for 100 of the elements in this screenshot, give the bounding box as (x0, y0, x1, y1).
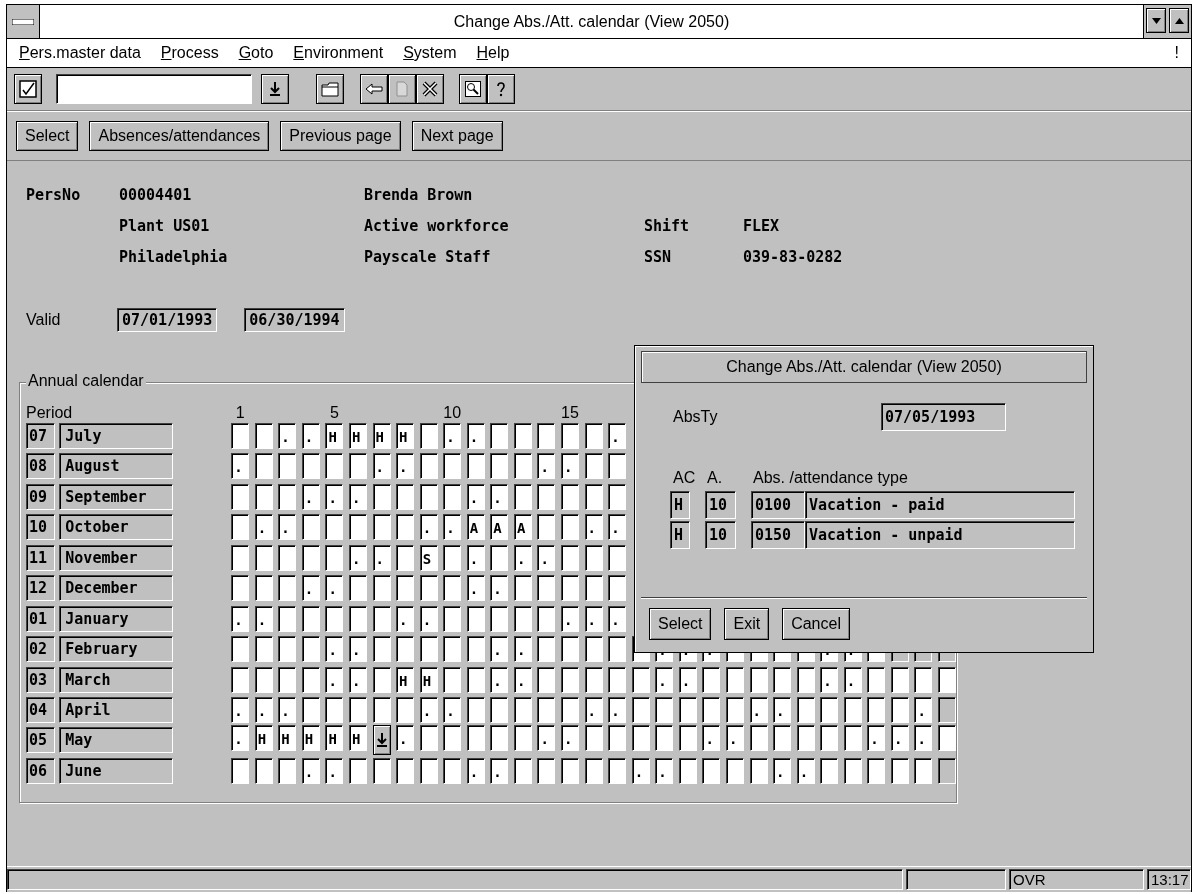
day-cell[interactable] (513, 575, 532, 602)
day-cell[interactable] (396, 636, 415, 663)
day-cell[interactable] (490, 423, 509, 449)
day-cell[interactable]: . (584, 514, 603, 541)
dropdown-button[interactable] (372, 725, 391, 756)
day-cell[interactable] (537, 757, 556, 784)
day-cell[interactable] (419, 575, 438, 602)
day-cell[interactable] (513, 453, 532, 480)
day-cell[interactable] (396, 483, 415, 510)
day-cell[interactable] (254, 483, 273, 510)
toolbar-button[interactable]: Next page (411, 121, 503, 151)
day-cell[interactable]: . (254, 514, 273, 541)
day-cell[interactable] (867, 757, 886, 784)
day-cell[interactable]: . (466, 423, 485, 449)
day-cell[interactable] (655, 725, 674, 752)
day-cell[interactable] (796, 725, 815, 752)
maximize-button[interactable] (1169, 8, 1189, 33)
day-cell[interactable] (561, 696, 579, 723)
search-button[interactable] (459, 74, 487, 104)
day-cell[interactable] (419, 453, 438, 480)
day-cell[interactable]: . (655, 757, 674, 784)
day-cell[interactable] (466, 453, 485, 480)
day-cell[interactable] (843, 696, 862, 723)
day-cell[interactable] (231, 575, 250, 602)
day-cell[interactable] (231, 423, 250, 449)
day-cell[interactable] (254, 575, 273, 602)
day-cell[interactable]: . (419, 514, 438, 541)
day-cell[interactable]: . (584, 696, 603, 723)
day-cell[interactable] (561, 666, 579, 693)
day-cell[interactable] (584, 666, 603, 693)
day-cell[interactable] (513, 423, 532, 449)
day-cell[interactable] (278, 666, 297, 693)
day-cell[interactable]: . (490, 757, 509, 784)
day-cell[interactable] (325, 544, 344, 571)
day-cell[interactable] (466, 725, 485, 752)
day-cell[interactable]: . (254, 605, 273, 632)
day-cell[interactable]: . (490, 666, 509, 693)
day-cell[interactable] (678, 725, 697, 752)
day-cell[interactable] (348, 514, 367, 541)
day-cell[interactable] (584, 544, 603, 571)
day-cell[interactable] (301, 453, 320, 480)
day-cell[interactable]: . (843, 666, 862, 693)
day-cell[interactable]: . (278, 514, 297, 541)
day-cell[interactable] (702, 666, 721, 693)
day-cell[interactable]: . (608, 696, 627, 723)
day-cell[interactable] (372, 483, 391, 510)
day-cell[interactable] (231, 757, 250, 784)
day-cell[interactable]: . (466, 483, 485, 510)
day-cell[interactable] (419, 725, 438, 752)
day-cell[interactable]: . (419, 696, 438, 723)
menu-item[interactable]: Help (476, 44, 510, 62)
date-field[interactable]: 07/01/1993 (117, 308, 218, 332)
day-cell[interactable] (725, 666, 744, 693)
day-cell[interactable] (419, 423, 438, 449)
day-cell[interactable]: . (537, 453, 556, 480)
day-cell[interactable] (372, 575, 391, 602)
day-cell[interactable] (867, 666, 886, 693)
day-cell[interactable]: . (890, 725, 909, 752)
day-cell[interactable] (537, 514, 556, 541)
day-cell[interactable]: . (325, 757, 344, 784)
day-cell[interactable] (325, 453, 344, 480)
date-field[interactable]: 06/30/1994 (244, 308, 345, 332)
day-cell[interactable] (914, 757, 933, 784)
day-cell[interactable]: . (301, 483, 320, 510)
day-cell[interactable] (490, 605, 509, 632)
menu-item[interactable]: Process (160, 44, 219, 62)
command-field[interactable] (56, 74, 252, 104)
day-cell[interactable] (231, 483, 250, 510)
day-cell[interactable] (396, 575, 415, 602)
day-cell[interactable] (608, 453, 627, 480)
day-cell[interactable] (843, 757, 862, 784)
toolbar-button[interactable]: Previous page (280, 121, 401, 151)
day-cell[interactable]: . (301, 575, 320, 602)
day-cell[interactable] (348, 696, 367, 723)
day-cell[interactable] (584, 757, 603, 784)
day-cell[interactable] (490, 696, 509, 723)
minimize-button[interactable] (1146, 8, 1166, 33)
day-cell[interactable]: . (490, 636, 509, 663)
day-cell[interactable]: . (301, 423, 320, 449)
back-button[interactable] (360, 74, 388, 104)
day-cell[interactable] (372, 514, 391, 541)
day-cell[interactable] (796, 696, 815, 723)
day-cell[interactable] (372, 666, 391, 693)
day-cell[interactable] (254, 423, 273, 449)
day-cell[interactable] (608, 483, 627, 510)
menu-item[interactable]: Environment (293, 44, 384, 62)
day-cell[interactable]: H (325, 423, 344, 449)
day-cell[interactable]: . (773, 696, 792, 723)
day-cell[interactable]: . (914, 725, 933, 752)
day-cell[interactable] (419, 483, 438, 510)
day-cell[interactable]: . (396, 453, 415, 480)
day-cell[interactable]: . (773, 757, 792, 784)
day-cell[interactable]: . (325, 483, 344, 510)
day-cell[interactable] (561, 423, 579, 449)
day-cell[interactable] (890, 696, 909, 723)
day-cell[interactable] (890, 757, 909, 784)
day-cell[interactable] (749, 757, 768, 784)
day-cell[interactable]: . (348, 483, 367, 510)
day-cell[interactable]: . (419, 605, 438, 632)
day-cell[interactable] (443, 605, 462, 632)
